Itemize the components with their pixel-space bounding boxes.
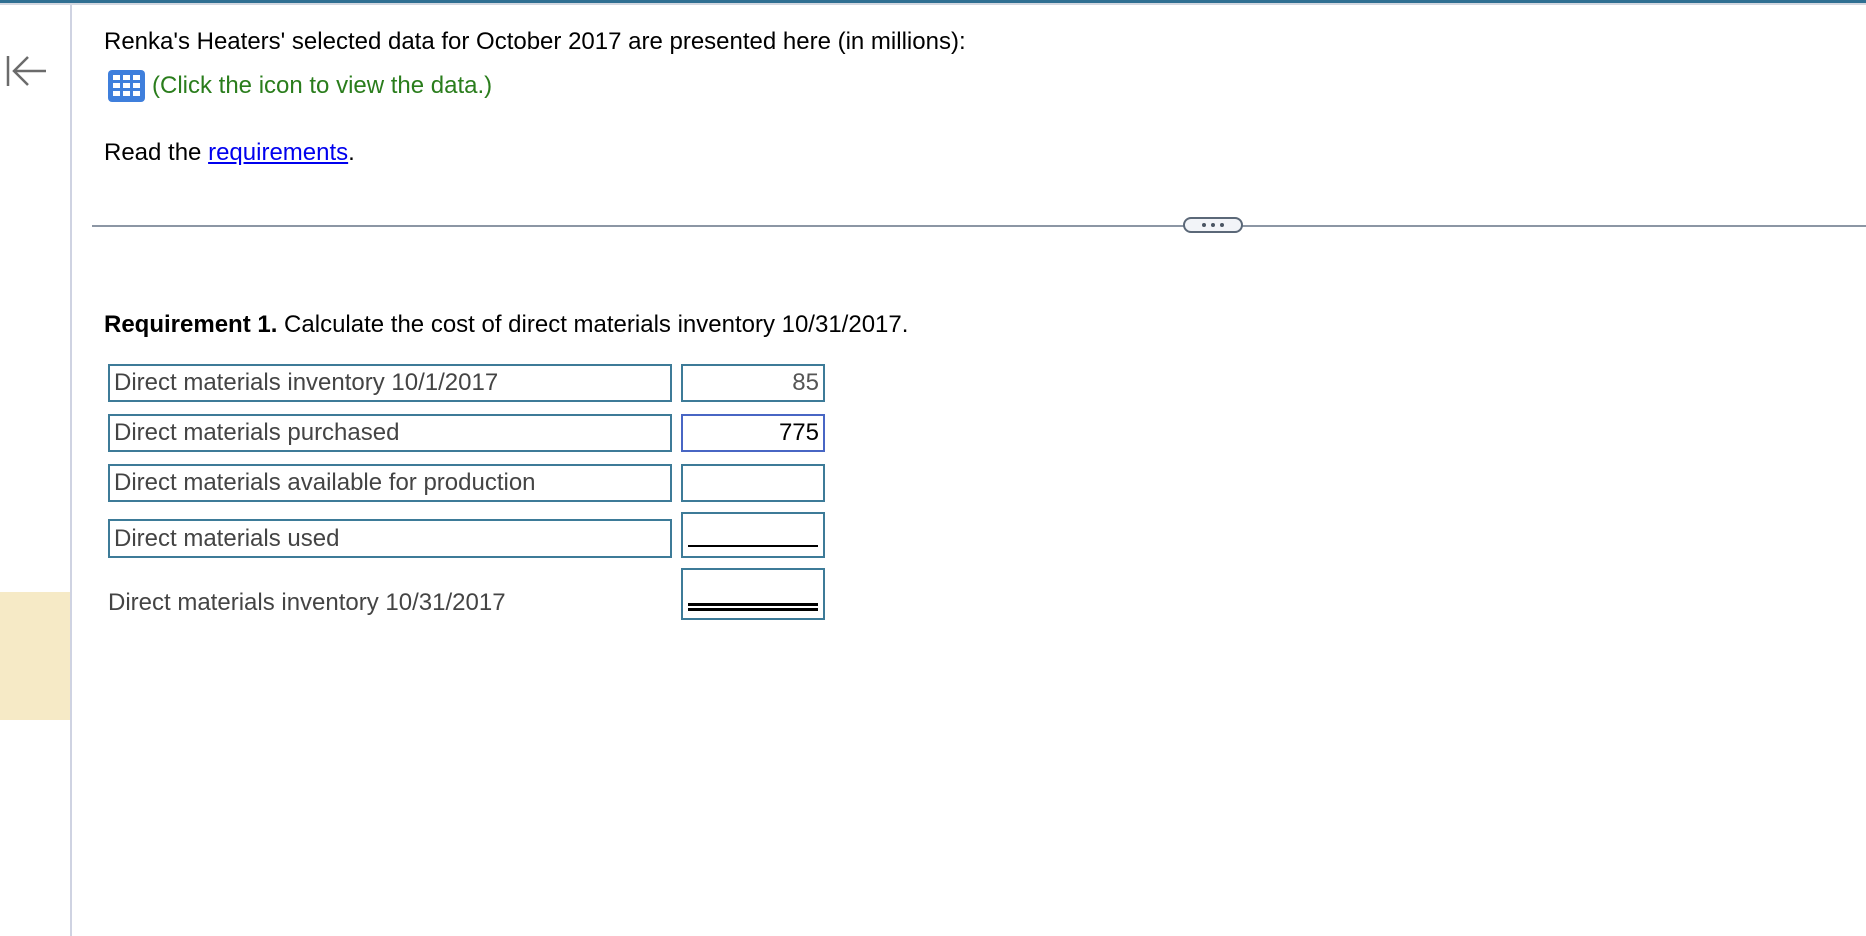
read-prefix: Read the bbox=[104, 139, 209, 166]
requirement-label: Requirement 1. bbox=[104, 311, 278, 338]
row-label-text: Direct materials available for productio… bbox=[114, 469, 536, 496]
row-label-text: Direct materials purchased bbox=[114, 419, 400, 446]
row-value-input[interactable]: 775 bbox=[681, 414, 825, 452]
row-label-text: Direct materials inventory 10/1/2017 bbox=[114, 369, 499, 396]
view-data-text[interactable]: (Click the icon to view the data.) bbox=[152, 72, 492, 100]
row-value-input[interactable] bbox=[681, 464, 825, 502]
expand-more-button[interactable] bbox=[1183, 217, 1243, 233]
ellipsis-icon bbox=[1220, 223, 1224, 227]
row-value-text: 775 bbox=[778, 419, 819, 446]
total-value-input[interactable] bbox=[681, 568, 825, 620]
table-grid-icon[interactable] bbox=[107, 69, 146, 103]
row-label-select[interactable]: Direct materials inventory 10/1/2017 bbox=[108, 364, 672, 402]
row-label-select[interactable]: Direct materials purchased bbox=[108, 414, 672, 452]
requirement-text: Calculate the cost of direct materials i… bbox=[277, 311, 909, 338]
view-data-link[interactable]: (Click the icon to view the data.) bbox=[107, 68, 492, 104]
row-value-input[interactable]: 85 bbox=[681, 364, 825, 402]
row-label-select[interactable]: Direct materials used bbox=[108, 519, 672, 558]
section-divider bbox=[92, 225, 1866, 227]
collapse-left-arrow-icon bbox=[6, 56, 46, 86]
problem-intro: Renka's Heaters' selected data for Octob… bbox=[104, 28, 966, 55]
read-suffix: . bbox=[348, 139, 355, 166]
double-underline bbox=[688, 603, 818, 611]
single-underline bbox=[688, 545, 818, 547]
sidebar-divider bbox=[70, 5, 72, 936]
ellipsis-icon bbox=[1202, 223, 1206, 227]
ellipsis-icon bbox=[1211, 223, 1215, 227]
top-bar-shadow bbox=[0, 3, 1866, 5]
total-row-label: Direct materials inventory 10/31/2017 bbox=[108, 589, 506, 616]
row-label-text: Direct materials used bbox=[114, 524, 340, 552]
row-value-text: 85 bbox=[792, 369, 819, 396]
current-question-highlight bbox=[0, 592, 70, 720]
collapse-panel-button[interactable] bbox=[2, 48, 50, 94]
requirements-link[interactable]: requirements bbox=[208, 139, 348, 166]
row-label-select[interactable]: Direct materials available for productio… bbox=[108, 464, 672, 502]
row-value-input[interactable] bbox=[681, 512, 825, 558]
requirement-heading: Requirement 1. Calculate the cost of dir… bbox=[104, 311, 908, 339]
read-requirements-line: Read the requirements. bbox=[104, 139, 355, 167]
